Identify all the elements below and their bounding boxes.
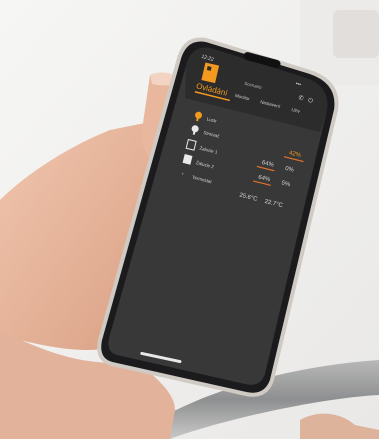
photo-scene: 12:22 ▪▪▪ Scenario Ovládání Monitor Nast… bbox=[0, 0, 379, 439]
phone: 12:22 ▪▪▪ Scenario Ovládání Monitor Nast… bbox=[97, 37, 339, 397]
